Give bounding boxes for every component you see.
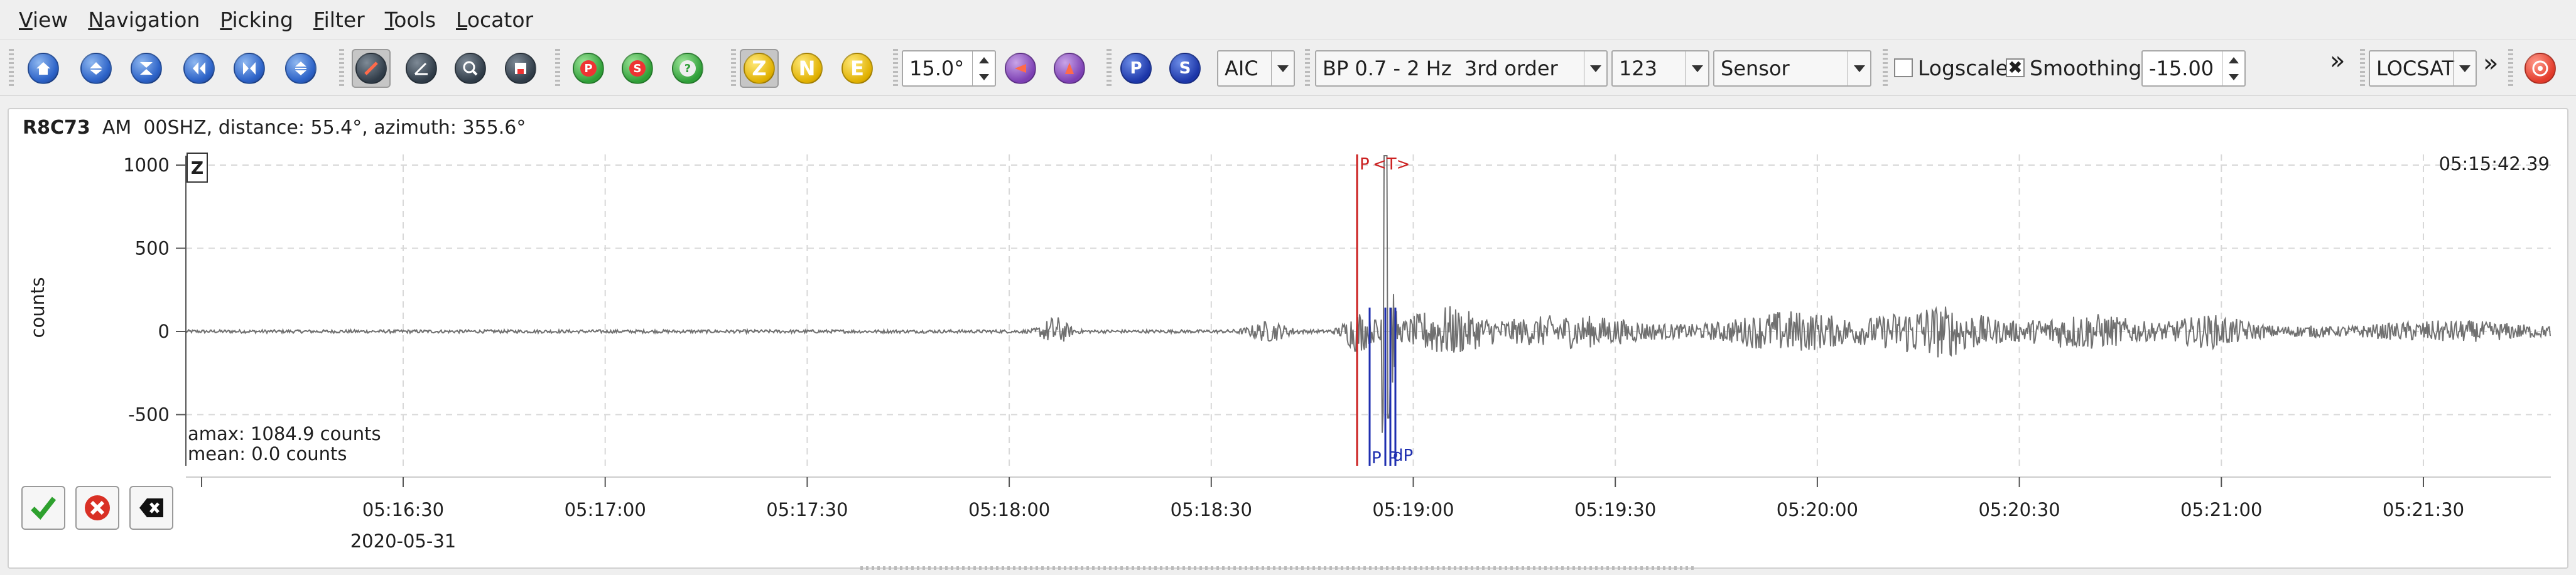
x-tick-label: 05:19:30	[1574, 499, 1656, 520]
theoretical-phase-label: dP	[1393, 446, 1413, 465]
amax-label: amax: 1084.9 counts	[188, 423, 381, 444]
picker-window: View Navigation Picking Filter Tools Loc…	[0, 0, 2576, 575]
x-ticks: 05:16:30 05:17:00 05:17:30 05:18:00 05:18:30…	[201, 477, 2464, 520]
y-axis-label: counts	[27, 277, 48, 338]
x-tick-label: 05:17:00	[565, 499, 646, 520]
waveform-layer	[185, 155, 2551, 433]
component-box: Z	[187, 153, 208, 183]
x-tick-label: 05:18:00	[968, 499, 1050, 520]
x-tick-label: 05:17:30	[766, 499, 848, 520]
component-box-label: Z	[191, 158, 203, 178]
y-tick-label: -500	[128, 404, 170, 426]
y-tick-label: 1000	[123, 154, 170, 176]
clear-button[interactable]	[129, 486, 173, 530]
waveform-trace	[185, 155, 2551, 433]
x-tick-label: 05:21:00	[2180, 499, 2262, 520]
p-pick-label: P	[1360, 155, 1370, 174]
accept-button[interactable]	[21, 486, 65, 530]
splitter-handle[interactable]	[860, 566, 1696, 570]
seismogram-plot[interactable]: P <T> P P dP counts 1000 500 0 -500 Z 05:15…	[0, 0, 2576, 575]
x-tick-label: 05:20:30	[1978, 499, 2060, 520]
y-tick-label: 0	[158, 321, 170, 342]
accept-icon	[31, 497, 57, 520]
trace-end-time: 05:15:42.39	[2439, 153, 2550, 175]
reject-button[interactable]	[75, 486, 119, 530]
mean-label: mean: 0.0 counts	[188, 443, 347, 465]
x-tick-label: 05:19:00	[1372, 499, 1454, 520]
clear-icon	[139, 498, 163, 517]
y-axis: counts 1000 500 0 -500	[27, 154, 187, 466]
theoretical-phase-label: P	[1372, 449, 1382, 468]
x-tick-label: 05:16:30	[362, 499, 444, 520]
reject-icon	[85, 495, 110, 520]
x-tick-label: 05:18:30	[1171, 499, 1252, 520]
axis-date: 2020-05-31	[350, 530, 457, 552]
pick-markers[interactable]: P <T> P P dP	[1356, 154, 1413, 468]
x-tick-label: 05:20:00	[1777, 499, 1858, 520]
y-ticks: 1000 500 0 -500	[123, 154, 186, 426]
time-axis: 05:16:30 05:17:00 05:17:30 05:18:00 05:18:30…	[186, 476, 2551, 552]
plot-grid	[186, 154, 2551, 466]
theoretical-time-label: <T>	[1373, 155, 1410, 174]
y-tick-label: 500	[135, 238, 170, 259]
x-tick-label: 05:21:30	[2383, 499, 2464, 520]
